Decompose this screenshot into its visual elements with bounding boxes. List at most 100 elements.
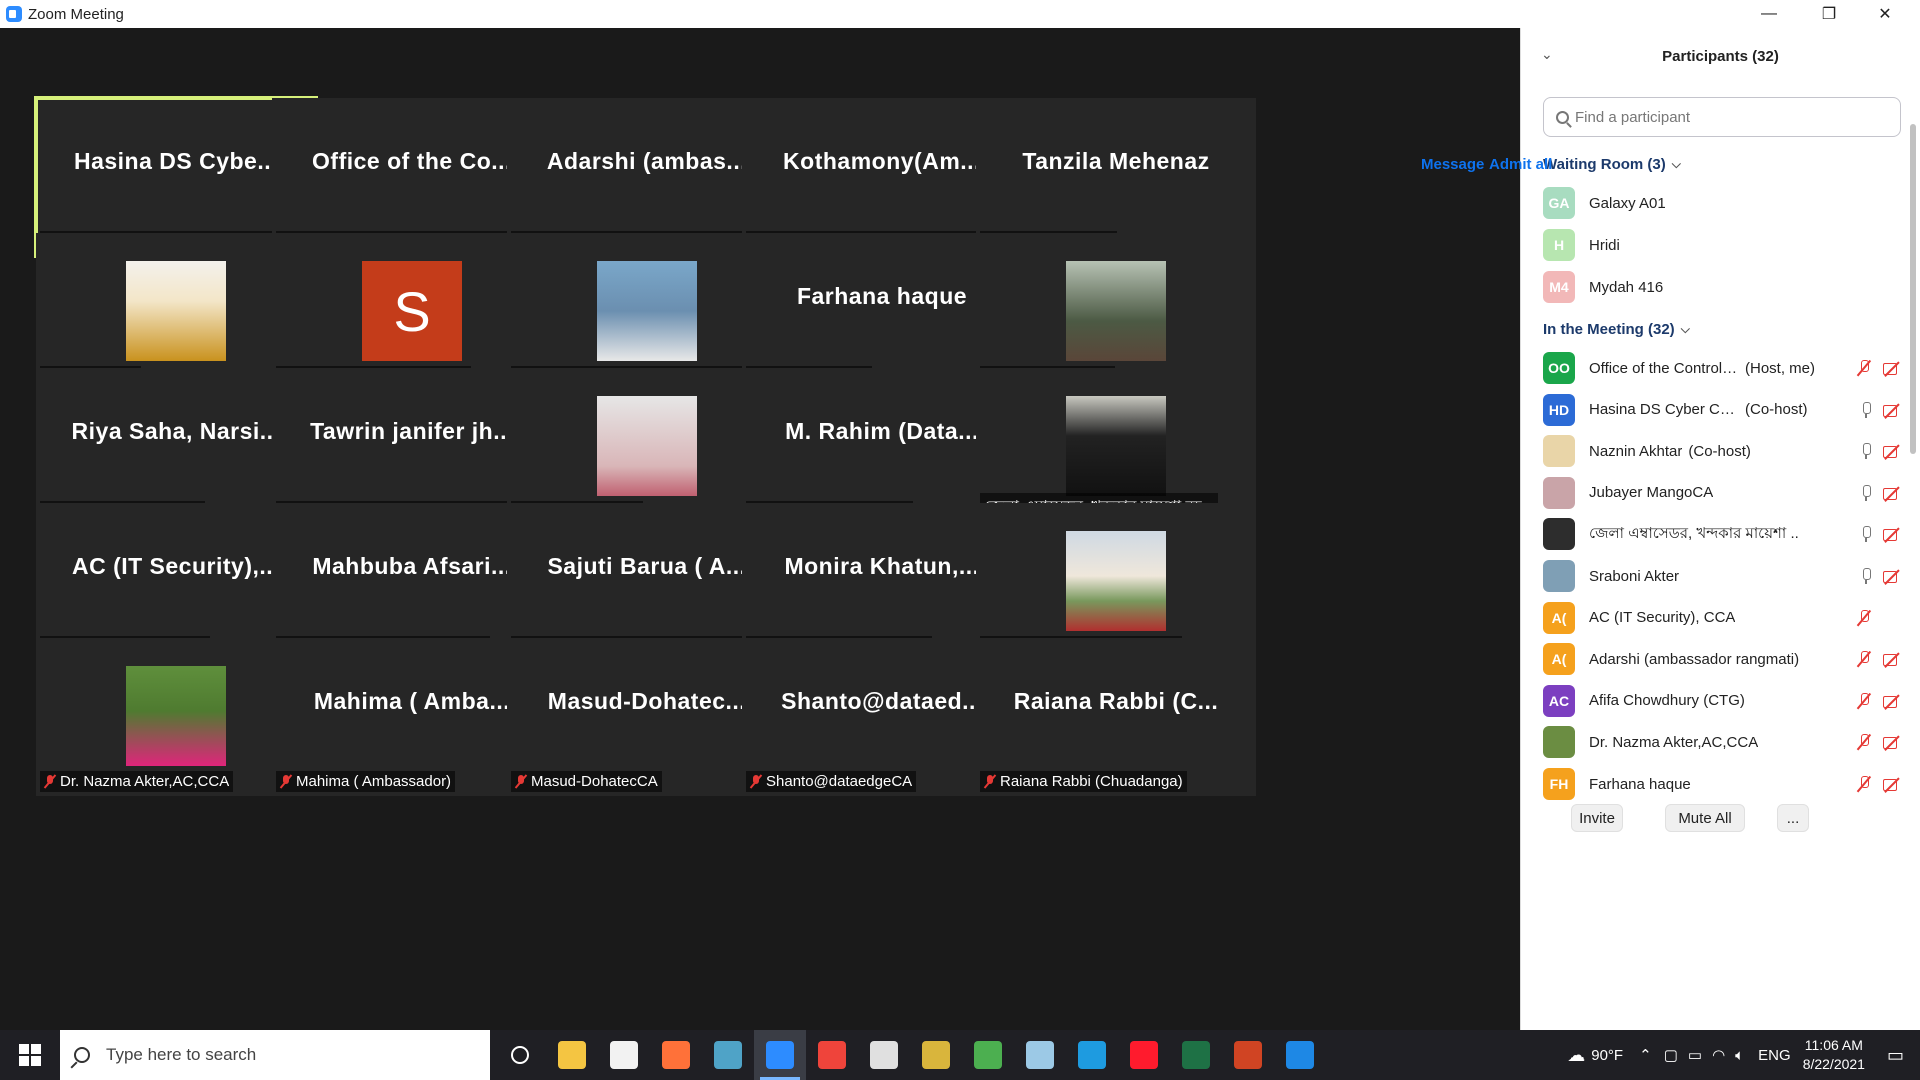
zoom-taskbar-button[interactable] — [754, 1030, 806, 1080]
start-button[interactable] — [0, 1030, 60, 1080]
video-off-icon[interactable] — [1883, 735, 1901, 750]
tile-name-label: Dr. Nazma Akter,AC,CCA — [40, 771, 234, 792]
zoom-app-icon — [6, 6, 22, 22]
in-meeting-header[interactable]: In the Meeting (32) ⌵ — [1543, 321, 1690, 338]
participant-photo — [1066, 396, 1166, 496]
participant-row[interactable]: জেলা এম্বাসেডর, খন্দকার মায়েশা .. — [1543, 517, 1901, 551]
participant-name: Galaxy A01 — [1589, 194, 1666, 212]
muted-mic-icon — [984, 774, 996, 789]
mic-icon[interactable] — [1861, 443, 1871, 460]
video-tile[interactable]: Raiana Rabbi (C... Raiana Rabbi (Chuadang… — [976, 638, 1256, 796]
minimize-button[interactable]: — — [1746, 0, 1792, 28]
video-off-icon[interactable] — [1883, 694, 1901, 708]
participant-row[interactable]: A(Adarshi (ambassador rangmati) — [1543, 642, 1901, 676]
video-off-icon[interactable] — [1883, 361, 1901, 375]
waiting-participant-row[interactable]: H Hridi — [1543, 228, 1901, 262]
excel-icon — [1182, 1041, 1210, 1069]
excel-taskbar-button[interactable] — [1170, 1030, 1222, 1080]
participant-row[interactable]: A(AC (IT Security), CCA — [1543, 601, 1901, 635]
chrome-taskbar-button[interactable] — [962, 1030, 1014, 1080]
participant-row[interactable]: AC Afifa Chowdhury (CTG) — [1543, 684, 1901, 718]
close-button[interactable]: ✕ — [1862, 0, 1908, 28]
waiting-room-header[interactable]: Waiting Room (3) ⌵ — [1543, 156, 1681, 173]
participant-row[interactable]: OO Office of the Controlle... (Host, me) — [1543, 351, 1901, 385]
tile-name-label: Shanto@dataedgeCA — [746, 771, 917, 792]
mic-icon[interactable] — [1861, 401, 1871, 418]
notepad-icon — [1026, 1041, 1054, 1069]
message-waiting-link[interactable]: Message — [1421, 156, 1484, 173]
participant-row[interactable]: Dr. Nazma Akter,AC,CCA — [1543, 725, 1901, 759]
cortana-taskbar-button[interactable] — [494, 1030, 546, 1080]
mute-all-button[interactable]: Mute All — [1665, 804, 1745, 832]
waiting-participant-row[interactable]: GA Galaxy A01 — [1543, 186, 1901, 220]
participant-row[interactable]: Naznin Akhtar (Co-host) — [1543, 434, 1901, 468]
mic-muted-icon[interactable] — [1857, 651, 1871, 667]
chevron-up-icon[interactable]: ⌃ — [1639, 1046, 1652, 1064]
edge-taskbar-button[interactable] — [1066, 1030, 1118, 1080]
participant-role: (Co-host) — [1745, 401, 1808, 419]
powerpoint-icon — [1234, 1041, 1262, 1069]
mic-muted-icon[interactable] — [1857, 734, 1871, 750]
firefox-taskbar-button[interactable] — [650, 1030, 702, 1080]
mic-icon[interactable] — [1861, 568, 1871, 584]
weather-icon[interactable]: ☁ — [1567, 1045, 1585, 1066]
mic-icon[interactable] — [1861, 526, 1871, 543]
notepad-taskbar-button[interactable] — [1014, 1030, 1066, 1080]
participant-row[interactable]: HD Hasina DS Cyber CCA I... (Co-host) — [1543, 393, 1901, 427]
avatar: H — [1543, 229, 1575, 261]
powerpoint-taskbar-button[interactable] — [1222, 1030, 1274, 1080]
participant-search-input[interactable] — [1575, 108, 1875, 126]
participant-name: Jubayer MangoCA — [1589, 484, 1714, 502]
mic-muted-icon[interactable] — [1857, 692, 1871, 709]
wifi-icon[interactable]: ◠ — [1712, 1046, 1725, 1064]
waiting-participant-row[interactable]: M4 Mydah 416 — [1543, 270, 1901, 304]
video-off-icon[interactable] — [1883, 527, 1901, 542]
help-taskbar-button[interactable] — [1274, 1030, 1326, 1080]
paint-taskbar-button[interactable] — [858, 1030, 910, 1080]
avatar: A( — [1543, 601, 1575, 634]
participant-row[interactable]: Jubayer MangoCA — [1543, 476, 1901, 510]
invite-button[interactable]: Invite — [1571, 804, 1623, 832]
battery-icon[interactable]: ▭ — [1688, 1046, 1702, 1064]
notifications-icon[interactable]: ▭ — [1887, 1045, 1904, 1066]
mic-muted-icon[interactable] — [1857, 776, 1871, 792]
more-options-button[interactable]: ... — [1777, 804, 1809, 832]
clock[interactable]: 11:06 AM 8/22/2021 — [1803, 1036, 1865, 1074]
search-icon — [74, 1047, 90, 1063]
participant-row[interactable]: FH Farhana haque — [1543, 767, 1901, 801]
weather-temp[interactable]: 90°F — [1591, 1047, 1623, 1064]
store-taskbar-button[interactable] — [598, 1030, 650, 1080]
mic-icon[interactable] — [1861, 484, 1871, 501]
image-viewer-taskbar-button[interactable] — [910, 1030, 962, 1080]
video-gallery: Hasina DS Cybe...Hasina DS Cyber CCA ICT… — [0, 28, 1520, 1030]
participant-role: (Co-host) — [1688, 442, 1751, 460]
anydesk-icon — [818, 1041, 846, 1069]
mic-muted-icon[interactable] — [1857, 609, 1871, 626]
admit-all-link[interactable]: Admit all — [1489, 156, 1552, 173]
mic-muted-icon[interactable] — [1857, 360, 1871, 376]
participant-role: (Host, me) — [1745, 359, 1816, 377]
avatar: AC — [1543, 684, 1575, 717]
participant-row[interactable]: Sraboni Akter — [1543, 559, 1901, 593]
video-off-icon[interactable] — [1883, 569, 1901, 583]
participant-name: Sraboni Akter — [1589, 567, 1680, 585]
infinity-app-taskbar-button[interactable] — [702, 1030, 754, 1080]
taskbar-search[interactable]: Type here to search — [60, 1030, 490, 1080]
video-off-icon[interactable] — [1883, 444, 1901, 459]
muted-mic-icon — [44, 774, 56, 789]
participant-status-icons — [1857, 609, 1901, 626]
opera-taskbar-button[interactable] — [1118, 1030, 1170, 1080]
volume-icon[interactable]: 🔈︎ — [1735, 1047, 1744, 1064]
restore-button[interactable]: ❐ — [1806, 0, 1852, 28]
device-icon[interactable]: ▢ — [1664, 1046, 1678, 1064]
video-off-icon[interactable] — [1883, 652, 1901, 667]
avatar: FH — [1543, 768, 1575, 800]
file-explorer-taskbar-button[interactable] — [546, 1030, 598, 1080]
language-indicator[interactable]: ENG — [1758, 1047, 1791, 1064]
anydesk-taskbar-button[interactable] — [806, 1030, 858, 1080]
video-off-icon[interactable] — [1883, 486, 1901, 500]
video-off-icon[interactable] — [1883, 403, 1901, 417]
video-off-icon[interactable] — [1883, 777, 1901, 791]
participants-scrollbar[interactable] — [1910, 124, 1916, 454]
participant-search[interactable] — [1543, 97, 1901, 137]
